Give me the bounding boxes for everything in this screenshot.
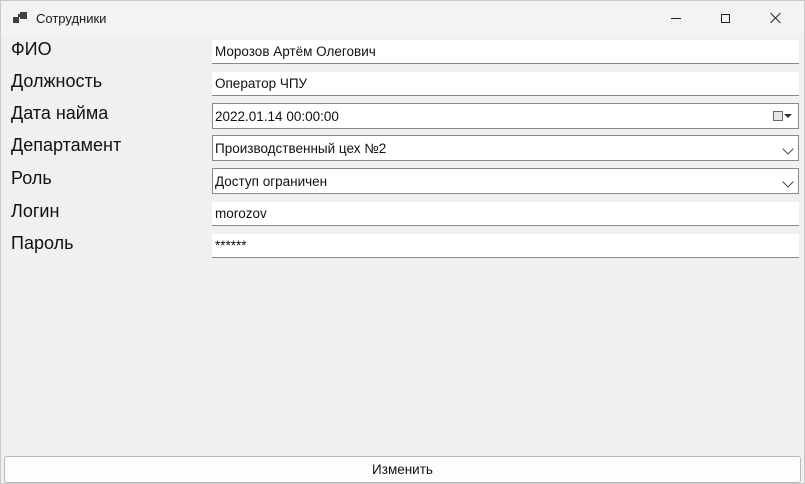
- department-select[interactable]: Производственный цех №2: [212, 135, 799, 161]
- hire-date-value: 2022.01.14 00:00:00: [215, 109, 339, 124]
- hire-date-label: Дата найма: [11, 103, 109, 123]
- login-input[interactable]: morozov: [212, 202, 799, 226]
- role-label: Роль: [11, 168, 52, 188]
- login-label: Логин: [11, 201, 60, 221]
- role-value: Доступ ограничен: [215, 174, 328, 189]
- title-bar: Сотрудники: [1, 1, 804, 35]
- dropdown-arrow-icon[interactable]: [784, 114, 792, 118]
- hire-date-picker[interactable]: 2022.01.14 00:00:00: [212, 103, 799, 129]
- window-title: Сотрудники: [36, 11, 107, 26]
- chevron-down-icon: [782, 143, 794, 155]
- department-value: Производственный цех №2: [215, 141, 387, 156]
- minimize-icon: [671, 17, 681, 19]
- app-icon: [13, 11, 27, 24]
- fio-input[interactable]: Морозов Артём Олегович: [212, 40, 799, 64]
- password-input[interactable]: ******: [212, 234, 799, 258]
- close-icon: [770, 12, 782, 24]
- role-select[interactable]: Доступ ограничен: [212, 168, 799, 194]
- maximize-button[interactable]: [702, 1, 748, 35]
- password-label: Пароль: [11, 233, 74, 253]
- maximize-icon: [720, 13, 730, 23]
- department-label: Департамент: [11, 135, 122, 155]
- employee-window: Сотрудники ФИО Морозов Артём Олегович До…: [0, 0, 805, 484]
- minimize-button[interactable]: [653, 1, 699, 35]
- calendar-icon[interactable]: [773, 111, 783, 121]
- position-label: Должность: [11, 71, 103, 91]
- chevron-down-icon: [782, 176, 794, 188]
- fio-label: ФИО: [11, 39, 52, 59]
- position-input[interactable]: Оператор ЧПУ: [212, 72, 799, 96]
- edit-button[interactable]: Изменить: [4, 456, 801, 483]
- close-button[interactable]: [753, 1, 799, 35]
